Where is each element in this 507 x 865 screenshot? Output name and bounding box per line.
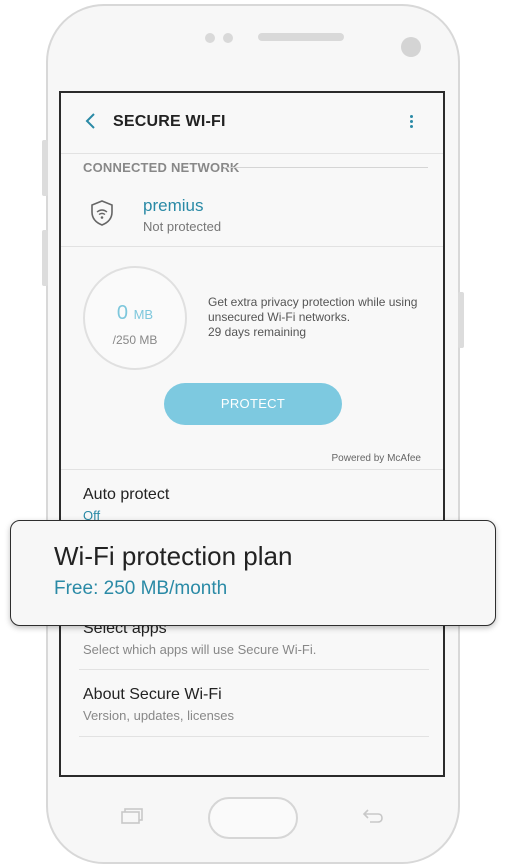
- promo-description: Get extra privacy protection while using…: [208, 295, 418, 324]
- front-camera: [401, 37, 421, 57]
- back-key-icon[interactable]: [360, 806, 386, 826]
- recent-apps-icon[interactable]: [120, 808, 144, 824]
- sensor-dot: [205, 33, 215, 43]
- sensor-dot: [223, 33, 233, 43]
- about-subtitle: Version, updates, licenses: [83, 708, 235, 723]
- divider: [61, 153, 443, 154]
- promo-text: Get extra privacy protection while using…: [208, 295, 428, 340]
- callout-title: Wi-Fi protection plan: [54, 541, 293, 571]
- network-name[interactable]: premius: [143, 196, 203, 216]
- app-screen: SECURE WI-FI CONNECTED NETWORK premius N…: [59, 91, 445, 777]
- power-key: [458, 292, 464, 348]
- divider: [79, 736, 429, 737]
- divider: [61, 469, 443, 470]
- divider: [61, 246, 443, 247]
- select-apps-subtitle: Select which apps will use Secure Wi-Fi.: [83, 642, 317, 657]
- protect-button[interactable]: PROTECT: [164, 383, 342, 425]
- protection-plan-callout[interactable]: Wi-Fi protection plan Free: 250 MB/month: [10, 520, 496, 626]
- section-rule: [224, 167, 428, 168]
- data-used: 0 MB: [116, 302, 154, 324]
- callout-subtitle: Free: 250 MB/month: [54, 578, 228, 599]
- powered-by-label: Powered by McAfee: [331, 453, 422, 464]
- auto-protect-title[interactable]: Auto protect: [83, 486, 169, 504]
- app-bar: SECURE WI-FI: [61, 93, 443, 153]
- divider: [79, 669, 429, 670]
- section-label: CONNECTED NETWORK: [83, 160, 240, 175]
- network-status: Not protected: [143, 219, 222, 234]
- volume-down-key: [42, 230, 48, 286]
- days-remaining: 29 days remaining: [208, 325, 307, 339]
- data-total: /250 MB: [112, 333, 158, 347]
- volume-up-key: [42, 140, 48, 196]
- wifi-shield-icon: [89, 199, 115, 227]
- page-title: SECURE WI-FI: [113, 113, 226, 130]
- back-arrow-icon[interactable]: [81, 111, 101, 131]
- speaker-grille: [258, 33, 344, 41]
- home-button[interactable]: [208, 797, 298, 839]
- data-usage-gauge: 0 MB /250 MB: [83, 266, 187, 370]
- about-title[interactable]: About Secure Wi-Fi: [83, 686, 222, 704]
- more-vert-icon[interactable]: [407, 113, 415, 133]
